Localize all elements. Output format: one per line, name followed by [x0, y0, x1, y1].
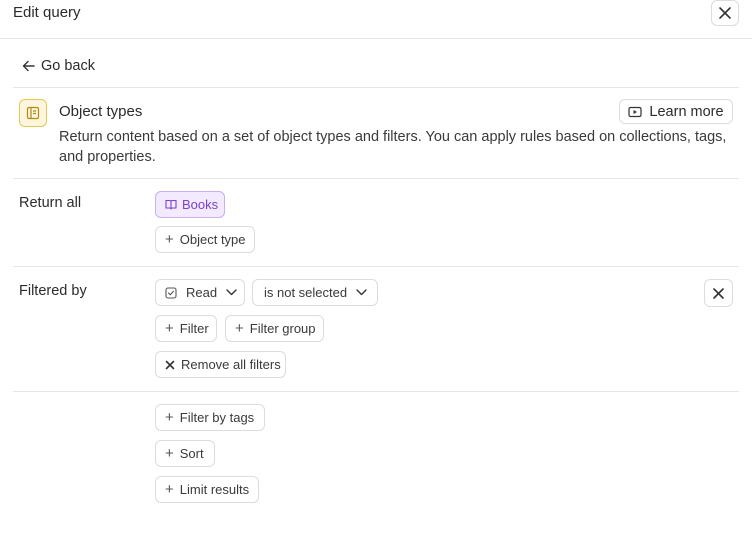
add-filter-group-button[interactable]: + Filter group	[225, 315, 324, 342]
sidebar-panel-icon	[26, 106, 40, 120]
add-object-type-button[interactable]: + Object type	[155, 226, 255, 253]
limit-results-button[interactable]: + Limit results	[155, 476, 259, 503]
video-icon	[628, 106, 643, 118]
object-types-icon-box	[19, 99, 47, 127]
dialog-header: Edit query	[0, 0, 752, 39]
plus-icon: +	[235, 320, 244, 337]
limit-results-label: Limit results	[179, 482, 250, 497]
divider	[13, 266, 739, 267]
book-icon	[165, 199, 177, 210]
divider	[13, 178, 739, 179]
plus-icon: +	[165, 320, 174, 337]
divider	[13, 87, 739, 88]
filtered-by-label: Filtered by	[19, 283, 87, 299]
object-types-description: Return content based on a set of object …	[59, 129, 727, 165]
learn-more-label: Learn more	[649, 103, 724, 120]
close-icon	[712, 287, 725, 300]
add-filter-label: Filter	[179, 321, 209, 336]
filter-operator-label: is not selected	[264, 285, 348, 300]
plus-icon: +	[165, 409, 174, 426]
arrow-left-icon	[22, 60, 35, 72]
add-filter-button[interactable]: + Filter	[155, 315, 217, 342]
remove-all-filters-button[interactable]: Remove all filters	[155, 351, 286, 378]
filter-by-tags-label: Filter by tags	[179, 410, 255, 425]
add-object-type-label: Object type	[179, 232, 246, 247]
close-icon	[718, 6, 732, 20]
object-type-tag-label: Books	[182, 197, 219, 212]
add-filter-group-label: Filter group	[249, 321, 316, 336]
checkbox-icon	[165, 286, 177, 299]
sort-button[interactable]: + Sort	[155, 440, 215, 467]
plus-icon: +	[165, 481, 174, 498]
close-icon	[165, 360, 175, 370]
object-types-title: Object types	[59, 103, 143, 120]
close-button[interactable]	[711, 0, 739, 26]
divider	[13, 391, 739, 392]
plus-icon: +	[165, 231, 174, 248]
remove-filter-button[interactable]	[704, 279, 733, 307]
dialog-title: Edit query	[13, 4, 81, 21]
plus-icon: +	[165, 445, 174, 462]
go-back-link[interactable]: Go back	[22, 57, 95, 75]
filter-property-dropdown[interactable]: Read	[155, 279, 245, 306]
filter-operator-dropdown[interactable]: is not selected	[252, 279, 378, 306]
go-back-label: Go back	[41, 58, 95, 74]
filter-by-tags-button[interactable]: + Filter by tags	[155, 404, 265, 431]
sort-label: Sort	[179, 446, 204, 461]
object-type-tag-books[interactable]: Books	[155, 191, 225, 218]
filter-property-label: Read	[186, 285, 218, 300]
remove-all-filters-label: Remove all filters	[181, 357, 281, 372]
learn-more-button[interactable]: Learn more	[619, 99, 733, 124]
chevron-down-icon	[226, 289, 237, 296]
chevron-down-icon	[356, 289, 367, 296]
return-all-label: Return all	[19, 195, 82, 211]
